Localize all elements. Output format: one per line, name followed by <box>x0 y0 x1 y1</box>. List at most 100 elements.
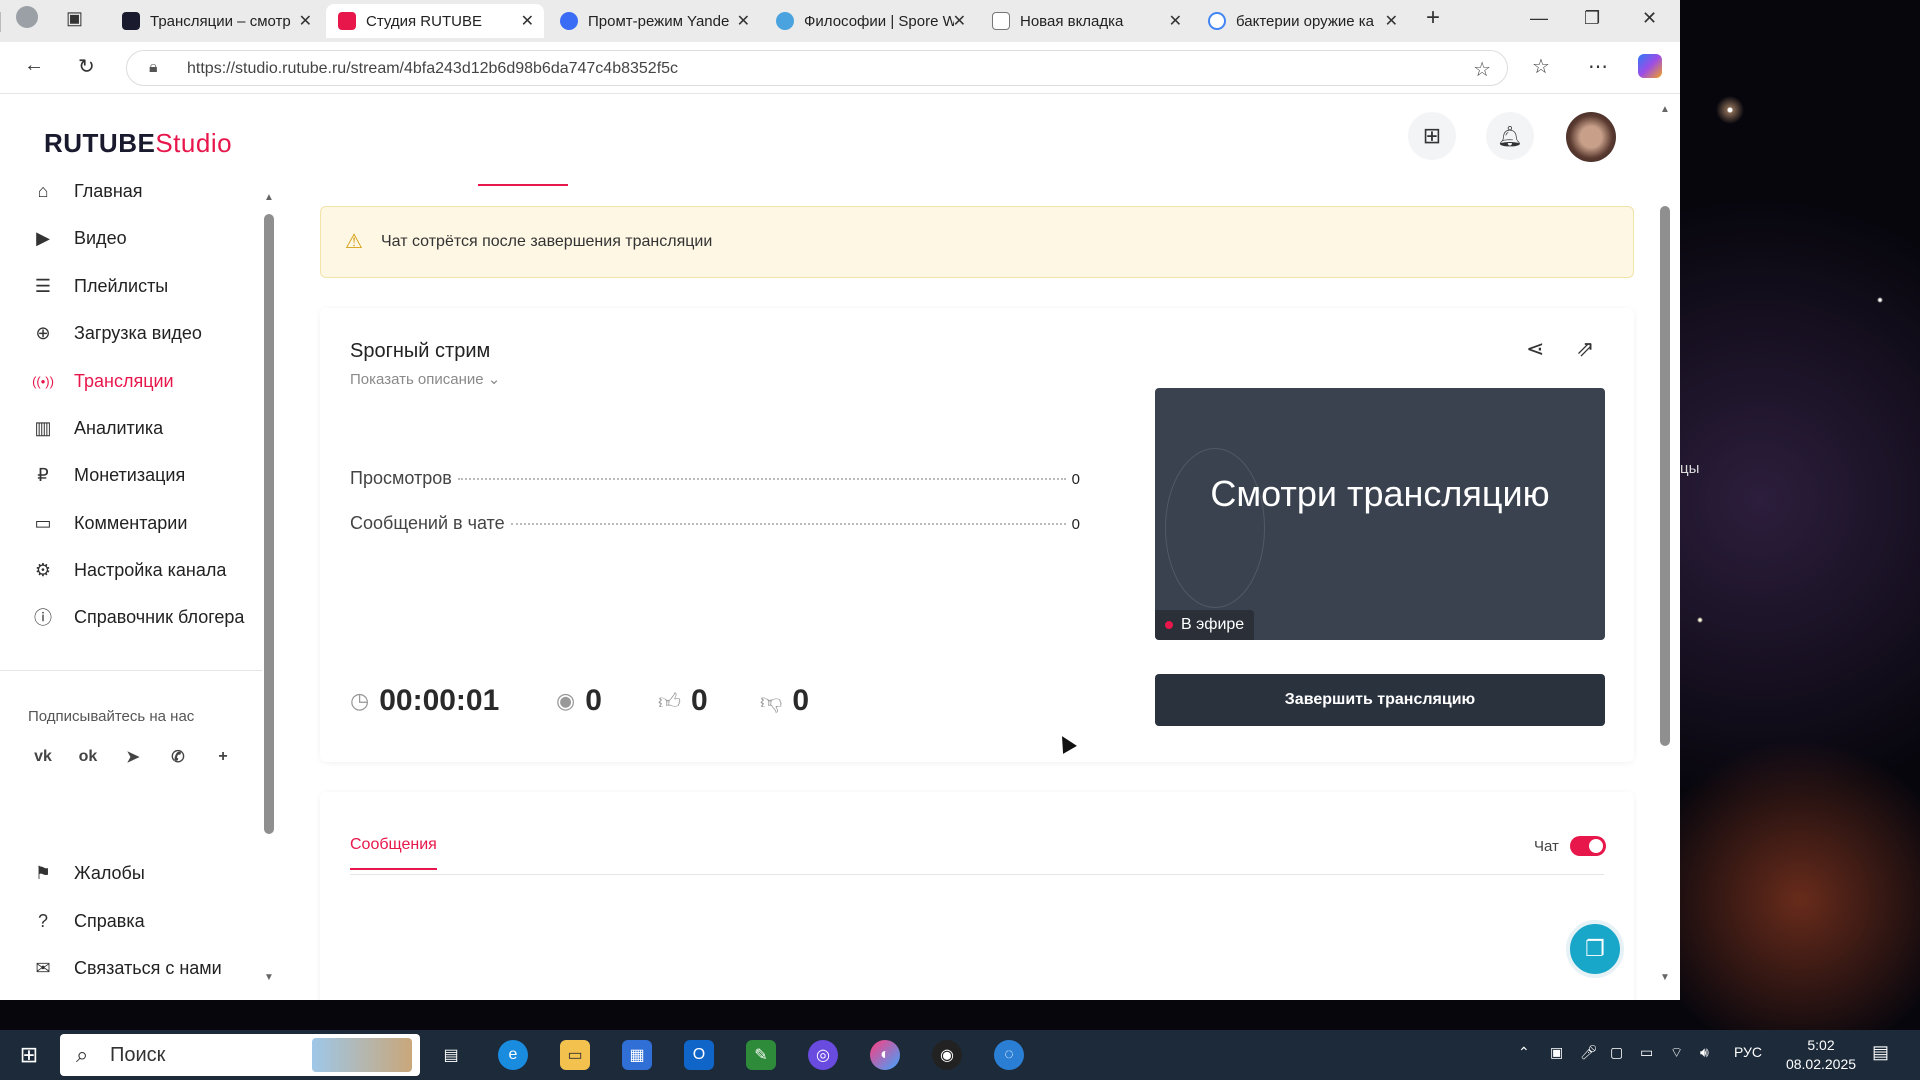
sidebar: ⌂ Главная ▶ Видео ☰ Плейлисты ⊕ Загрузка вид… <box>0 174 262 1000</box>
close-tab-icon[interactable]: ✕ <box>737 11 750 31</box>
tray-app-icon[interactable]: ▣ <box>1550 1044 1563 1061</box>
maximize-icon[interactable]: ❐ <box>1584 8 1600 29</box>
sidebar-item-playlists[interactable]: ☰ Плейлисты <box>30 271 168 301</box>
battery-icon[interactable]: ▭ <box>1640 1044 1653 1061</box>
chat-toggle[interactable] <box>1570 836 1606 856</box>
support-chat-button[interactable]: ❐ <box>1566 920 1624 978</box>
close-tab-icon[interactable]: ✕ <box>521 11 534 31</box>
rutube-studio-favicon <box>338 12 356 30</box>
tab-new-tab[interactable]: Новая вкладка ✕ <box>980 4 1192 38</box>
broadcast-icon: ((•)) <box>32 373 54 389</box>
sidebar-item-video[interactable]: ▶ Видео <box>30 223 127 253</box>
rutube-studio-logo[interactable]: RUTUBEStudio <box>44 128 232 159</box>
close-tab-icon[interactable]: ✕ <box>1385 11 1398 31</box>
notifications-center-icon[interactable]: ▤ <box>1872 1042 1889 1063</box>
sidebar-item-complaints[interactable]: ⚑ Жалобы <box>30 858 145 888</box>
new-tab-favicon <box>992 12 1010 30</box>
likes-value: 0 <box>691 684 708 717</box>
sidebar-item-home[interactable]: ⌂ Главная <box>30 176 143 206</box>
stream-preview[interactable]: Смотри трансляцию В эфире <box>1155 388 1605 640</box>
tab-title: Студия RUTUBE <box>366 12 482 30</box>
close-tab-icon[interactable]: ✕ <box>1169 11 1182 31</box>
show-description-toggle[interactable]: Показать описание ⌄ <box>350 370 500 388</box>
wifi-icon[interactable]: ⌔ <box>1670 1044 1683 1062</box>
sidebar-scroll-up-icon[interactable]: ▲ <box>264 192 274 203</box>
sidebar-scrollbar[interactable] <box>264 214 274 834</box>
more-options-icon[interactable]: ⋯ <box>1588 54 1608 79</box>
chat-messages-stat: Сообщений в чате 0 <box>350 513 1080 537</box>
windows-start-icon[interactable]: ⊞ <box>14 1040 44 1070</box>
share-icon[interactable]: ⋖ <box>1526 336 1544 362</box>
tray-chevron-icon[interactable]: ⌃ <box>1518 1044 1530 1061</box>
sidebar-item-upload[interactable]: ⊕ Загрузка видео <box>30 318 201 348</box>
app-icon[interactable]: ✎ <box>746 1040 776 1070</box>
sidebar-item-label: Справка <box>74 910 145 931</box>
obs-icon[interactable]: ◉ <box>932 1040 962 1070</box>
volume-icon[interactable]: 🔊︎ <box>1700 1044 1709 1061</box>
favorites-icon[interactable]: ☆ <box>1532 54 1550 79</box>
stat-label: Сообщений в чате <box>350 513 505 533</box>
tab-actions-icon[interactable]: ▣ <box>66 8 83 29</box>
star-icon[interactable]: ☆ <box>1473 57 1491 82</box>
file-explorer-icon[interactable]: ▭ <box>560 1040 590 1070</box>
stream-card: Spoгный стрим Показать описание ⌄ ⋖ ⇗ Пр… <box>320 308 1634 762</box>
url-field[interactable]: 🔒︎ https://studio.rutube.ru/stream/4bfa2… <box>126 50 1508 86</box>
sidebar-item-channel-settings[interactable]: ⚙ Настройка канала <box>30 555 226 585</box>
close-window-icon[interactable]: ✕ <box>1642 8 1657 29</box>
close-tab-icon[interactable]: ✕ <box>299 11 312 31</box>
tab-yandex-prompt[interactable]: Промт-режим Yande ✕ <box>548 4 760 38</box>
copilot-icon[interactable] <box>1638 54 1662 78</box>
rutube-studio-app: RUTUBEStudio ⊞ 🔔︎ ⌂ Главная ▶ Видео ☰ Плейл… <box>0 94 1680 1000</box>
more-socials-icon[interactable]: + <box>208 742 238 772</box>
stat-label: Просмотров <box>350 468 452 488</box>
telegram-icon[interactable]: ➤ <box>118 742 148 772</box>
task-view-icon[interactable]: ▤ <box>436 1040 466 1070</box>
profile-icon[interactable] <box>16 6 38 28</box>
page-scroll-up-icon[interactable]: ▲ <box>1660 104 1670 115</box>
viewer-icon: ◉ <box>556 688 576 713</box>
back-icon[interactable]: ← <box>24 54 44 77</box>
tab-google-search[interactable]: бактерии оружие ка ✕ <box>1196 4 1408 38</box>
minimize-icon[interactable]: — <box>1530 8 1548 29</box>
sidebar-item-comments[interactable]: ▭ Комментарии <box>30 508 187 538</box>
sidebar-item-blogger-guide[interactable]: ⓘ Справочник блогера <box>30 602 244 632</box>
app4-icon[interactable]: ◌ <box>994 1040 1024 1070</box>
reload-icon[interactable]: ↻ <box>78 54 95 79</box>
sidebar-scroll-down-icon[interactable]: ▼ <box>264 972 274 983</box>
chevron-down-icon: ⌄ <box>487 371 501 388</box>
tab-spore-wiki[interactable]: Философии | Spore W ✕ <box>764 4 976 38</box>
tray-app2-icon[interactable]: ▢ <box>1610 1044 1623 1061</box>
close-tab-icon[interactable]: ✕ <box>953 11 966 31</box>
clock[interactable]: 5:02 08.02.2025 <box>1776 1036 1866 1074</box>
tab-messages[interactable]: Сообщения <box>350 836 437 870</box>
open-external-icon[interactable]: ⇗ <box>1576 336 1594 362</box>
page-scroll-down-icon[interactable]: ▼ <box>1660 972 1670 983</box>
clock-icon: ◷ <box>350 688 370 713</box>
sidebar-item-label: Настройка канала <box>74 559 227 580</box>
outlook-icon[interactable]: O <box>684 1040 714 1070</box>
search-highlight-image <box>312 1038 412 1072</box>
microphone-icon[interactable]: 🎤︎ <box>1580 1044 1598 1061</box>
viber-icon[interactable]: ✆ <box>163 742 193 772</box>
video-icon: ▶ <box>36 227 50 248</box>
store-icon[interactable]: ▦ <box>622 1040 652 1070</box>
vk-icon[interactable]: vk <box>28 742 58 772</box>
tab-rutube-studio[interactable]: Студия RUTUBE ✕ <box>326 4 544 38</box>
odnoklassniki-icon[interactable]: ok <box>73 742 103 772</box>
sidebar-item-monetization[interactable]: ₽ Монетизация <box>30 460 185 490</box>
search-placeholder: Поиск <box>110 1043 166 1066</box>
new-tab-icon[interactable]: + <box>1426 4 1440 32</box>
sidebar-item-help[interactable]: ? Справка <box>30 906 145 936</box>
sidebar-item-analytics[interactable]: ▥ Аналитика <box>30 413 163 443</box>
tab-rutube-streams[interactable]: Трансляции – смотр ✕ <box>110 4 322 38</box>
app2-icon[interactable]: ◎ <box>808 1040 838 1070</box>
site-info-icon[interactable]: 🔒︎ <box>149 59 158 77</box>
sidebar-item-contact[interactable]: ✉ Связаться с нами <box>30 953 221 983</box>
taskbar-search[interactable]: ⌕ Поиск <box>60 1034 420 1076</box>
sidebar-item-broadcasts[interactable]: ((•)) Трансляции <box>30 366 174 396</box>
page-scrollbar[interactable] <box>1660 206 1670 746</box>
language-indicator[interactable]: РУС <box>1734 1044 1762 1060</box>
end-stream-button[interactable]: Завершить трансляцию <box>1155 674 1605 726</box>
edge-browser-icon[interactable]: e <box>498 1040 528 1070</box>
app3-icon[interactable]: ◐ <box>870 1040 900 1070</box>
